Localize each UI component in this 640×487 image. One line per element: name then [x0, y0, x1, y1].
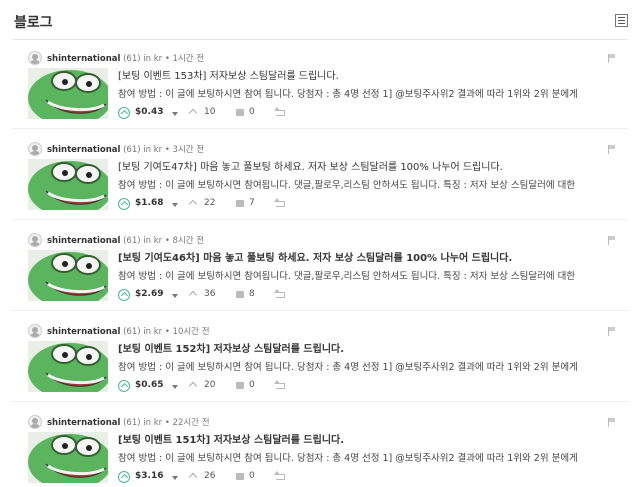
smiling-frog-image	[28, 68, 108, 119]
caret-down-icon[interactable]	[172, 112, 178, 116]
voters-chevron-icon[interactable]	[188, 381, 198, 391]
vote-count[interactable]: 10	[204, 107, 215, 117]
post-excerpt[interactable]: 참여 방법 : 이 글에 보팅하시면 참여됩니다. 댓글,팔로우,리스팀 안하셔…	[118, 177, 616, 191]
author-reputation: (61)	[123, 54, 141, 64]
author-name[interactable]: shinternational	[47, 236, 120, 246]
post-meta: shinternational (61) in kr • 10시간 전	[47, 325, 210, 337]
author-name[interactable]: shinternational	[47, 327, 120, 337]
post-title[interactable]: [보팅 기여도47차] 마음 놓고 풀보팅 하세요. 저자 보상 스팀달러를 1…	[118, 158, 618, 173]
post-category-time[interactable]: in kr • 8시간 전	[143, 236, 204, 246]
author-name[interactable]: shinternational	[47, 418, 120, 428]
post-excerpt[interactable]: 참여 방법 : 이 글에 보팅하시면 참여됩니다. 댓글,팔로우,리스팀 안하셔…	[118, 268, 616, 282]
post-thumbnail[interactable]	[28, 68, 108, 119]
post-payout[interactable]: $2.69	[135, 289, 163, 299]
resteem-icon[interactable]	[274, 198, 285, 207]
flag-icon[interactable]	[608, 418, 616, 427]
comment-bubble-icon[interactable]	[236, 200, 244, 207]
post-title[interactable]: [보팅 이벤트 153차] 저자보상 스팀달러를 드립니다.	[118, 67, 618, 82]
post-item[interactable]: shinternational (61) in kr • 22시간 전 [보팅 …	[12, 405, 628, 487]
comment-bubble-icon[interactable]	[236, 291, 244, 298]
caret-down-icon[interactable]	[172, 476, 178, 480]
caret-down-icon[interactable]	[172, 203, 178, 207]
post-excerpt[interactable]: 참여 방법 : 이 글에 보팅하시면 참여 됩니다. 당첨자 : 총 4명 선정…	[118, 86, 616, 100]
comment-count[interactable]: 8	[249, 289, 255, 299]
resteem-icon[interactable]	[274, 380, 285, 389]
user-avatar-icon[interactable]	[28, 51, 42, 65]
post-title[interactable]: [보팅 이벤트 151차] 저자보상 스팀달러를 드립니다.	[118, 431, 618, 446]
post-category-time[interactable]: in kr • 22시간 전	[143, 418, 209, 428]
author-reputation: (61)	[123, 145, 141, 155]
post-category-time[interactable]: in kr • 3시간 전	[143, 145, 204, 155]
user-avatar-icon[interactable]	[28, 233, 42, 247]
smiling-frog-image	[28, 250, 108, 301]
voters-chevron-icon[interactable]	[188, 199, 198, 209]
vote-count[interactable]: 36	[204, 289, 215, 299]
post-thumbnail[interactable]	[28, 432, 108, 483]
post-item[interactable]: shinternational (61) in kr • 1시간 전 [보팅 이…	[12, 41, 628, 129]
comment-bubble-icon[interactable]	[236, 473, 244, 480]
page-header: 블로그	[12, 0, 628, 40]
upvote-chevron-icon[interactable]	[118, 289, 130, 301]
caret-down-icon[interactable]	[172, 385, 178, 389]
page-title: 블로그	[14, 15, 53, 31]
flag-icon[interactable]	[608, 327, 616, 336]
comment-count[interactable]: 7	[249, 198, 255, 208]
comment-count[interactable]: 0	[249, 471, 255, 481]
comment-bubble-icon[interactable]	[236, 382, 244, 389]
author-reputation: (61)	[123, 418, 141, 428]
post-thumbnail[interactable]	[28, 159, 108, 210]
post-payout[interactable]: $0.43	[135, 107, 163, 117]
vote-count[interactable]: 20	[204, 380, 215, 390]
vote-count[interactable]: 26	[204, 471, 215, 481]
upvote-chevron-icon[interactable]	[118, 380, 130, 392]
resteem-icon[interactable]	[274, 107, 285, 116]
resteem-icon[interactable]	[274, 289, 285, 298]
post-category-time[interactable]: in kr • 10시간 전	[143, 327, 209, 337]
author-name[interactable]: shinternational	[47, 54, 120, 64]
resteem-icon[interactable]	[274, 471, 285, 480]
author-name[interactable]: shinternational	[47, 145, 120, 155]
flag-icon[interactable]	[608, 236, 616, 245]
smiling-frog-image	[28, 159, 108, 210]
list-view-toggle-icon[interactable]	[615, 14, 628, 27]
post-meta: shinternational (61) in kr • 1시간 전	[47, 52, 204, 64]
smiling-frog-image	[28, 432, 108, 483]
post-title[interactable]: [보팅 이벤트 152차] 저자보상 스팀달러를 드립니다.	[118, 340, 618, 355]
post-meta: shinternational (61) in kr • 22시간 전	[47, 416, 210, 428]
user-avatar-icon[interactable]	[28, 415, 42, 429]
upvote-chevron-icon[interactable]	[118, 471, 130, 483]
upvote-chevron-icon[interactable]	[118, 198, 130, 210]
flag-icon[interactable]	[608, 54, 616, 63]
author-reputation: (61)	[123, 236, 141, 246]
post-payout[interactable]: $3.16	[135, 471, 163, 481]
post-item[interactable]: shinternational (61) in kr • 3시간 전 [보팅 기…	[12, 132, 628, 220]
voters-chevron-icon[interactable]	[188, 290, 198, 300]
author-reputation: (61)	[123, 327, 141, 337]
caret-down-icon[interactable]	[172, 294, 178, 298]
user-avatar-icon[interactable]	[28, 142, 42, 156]
post-thumbnail[interactable]	[28, 250, 108, 301]
post-thumbnail[interactable]	[28, 341, 108, 392]
user-avatar-icon[interactable]	[28, 324, 42, 338]
post-payout[interactable]: $1.68	[135, 198, 163, 208]
post-title[interactable]: [보팅 기여도46차] 마음 놓고 풀보팅 하세요. 저자 보상 스팀달러를 1…	[118, 249, 618, 264]
voters-chevron-icon[interactable]	[188, 472, 198, 482]
post-meta: shinternational (61) in kr • 8시간 전	[47, 234, 204, 246]
post-meta: shinternational (61) in kr • 3시간 전	[47, 143, 204, 155]
post-item[interactable]: shinternational (61) in kr • 10시간 전 [보팅 …	[12, 314, 628, 402]
post-excerpt[interactable]: 참여 방법 : 이 글에 보팅하시면 참여 됩니다. 당첨자 : 총 4명 선정…	[118, 359, 616, 373]
post-payout[interactable]: $0.65	[135, 380, 163, 390]
comment-count[interactable]: 0	[249, 107, 255, 117]
post-item[interactable]: shinternational (61) in kr • 8시간 전 [보팅 기…	[12, 223, 628, 311]
smiling-frog-image	[28, 341, 108, 392]
flag-icon[interactable]	[608, 145, 616, 154]
post-category-time[interactable]: in kr • 1시간 전	[143, 54, 204, 64]
post-excerpt[interactable]: 참여 방법 : 이 글에 보팅하시면 참여 됩니다. 당첨자 : 총 4명 선정…	[118, 450, 616, 464]
comment-count[interactable]: 0	[249, 380, 255, 390]
comment-bubble-icon[interactable]	[236, 109, 244, 116]
upvote-chevron-icon[interactable]	[118, 107, 130, 119]
voters-chevron-icon[interactable]	[188, 108, 198, 118]
vote-count[interactable]: 22	[204, 198, 215, 208]
